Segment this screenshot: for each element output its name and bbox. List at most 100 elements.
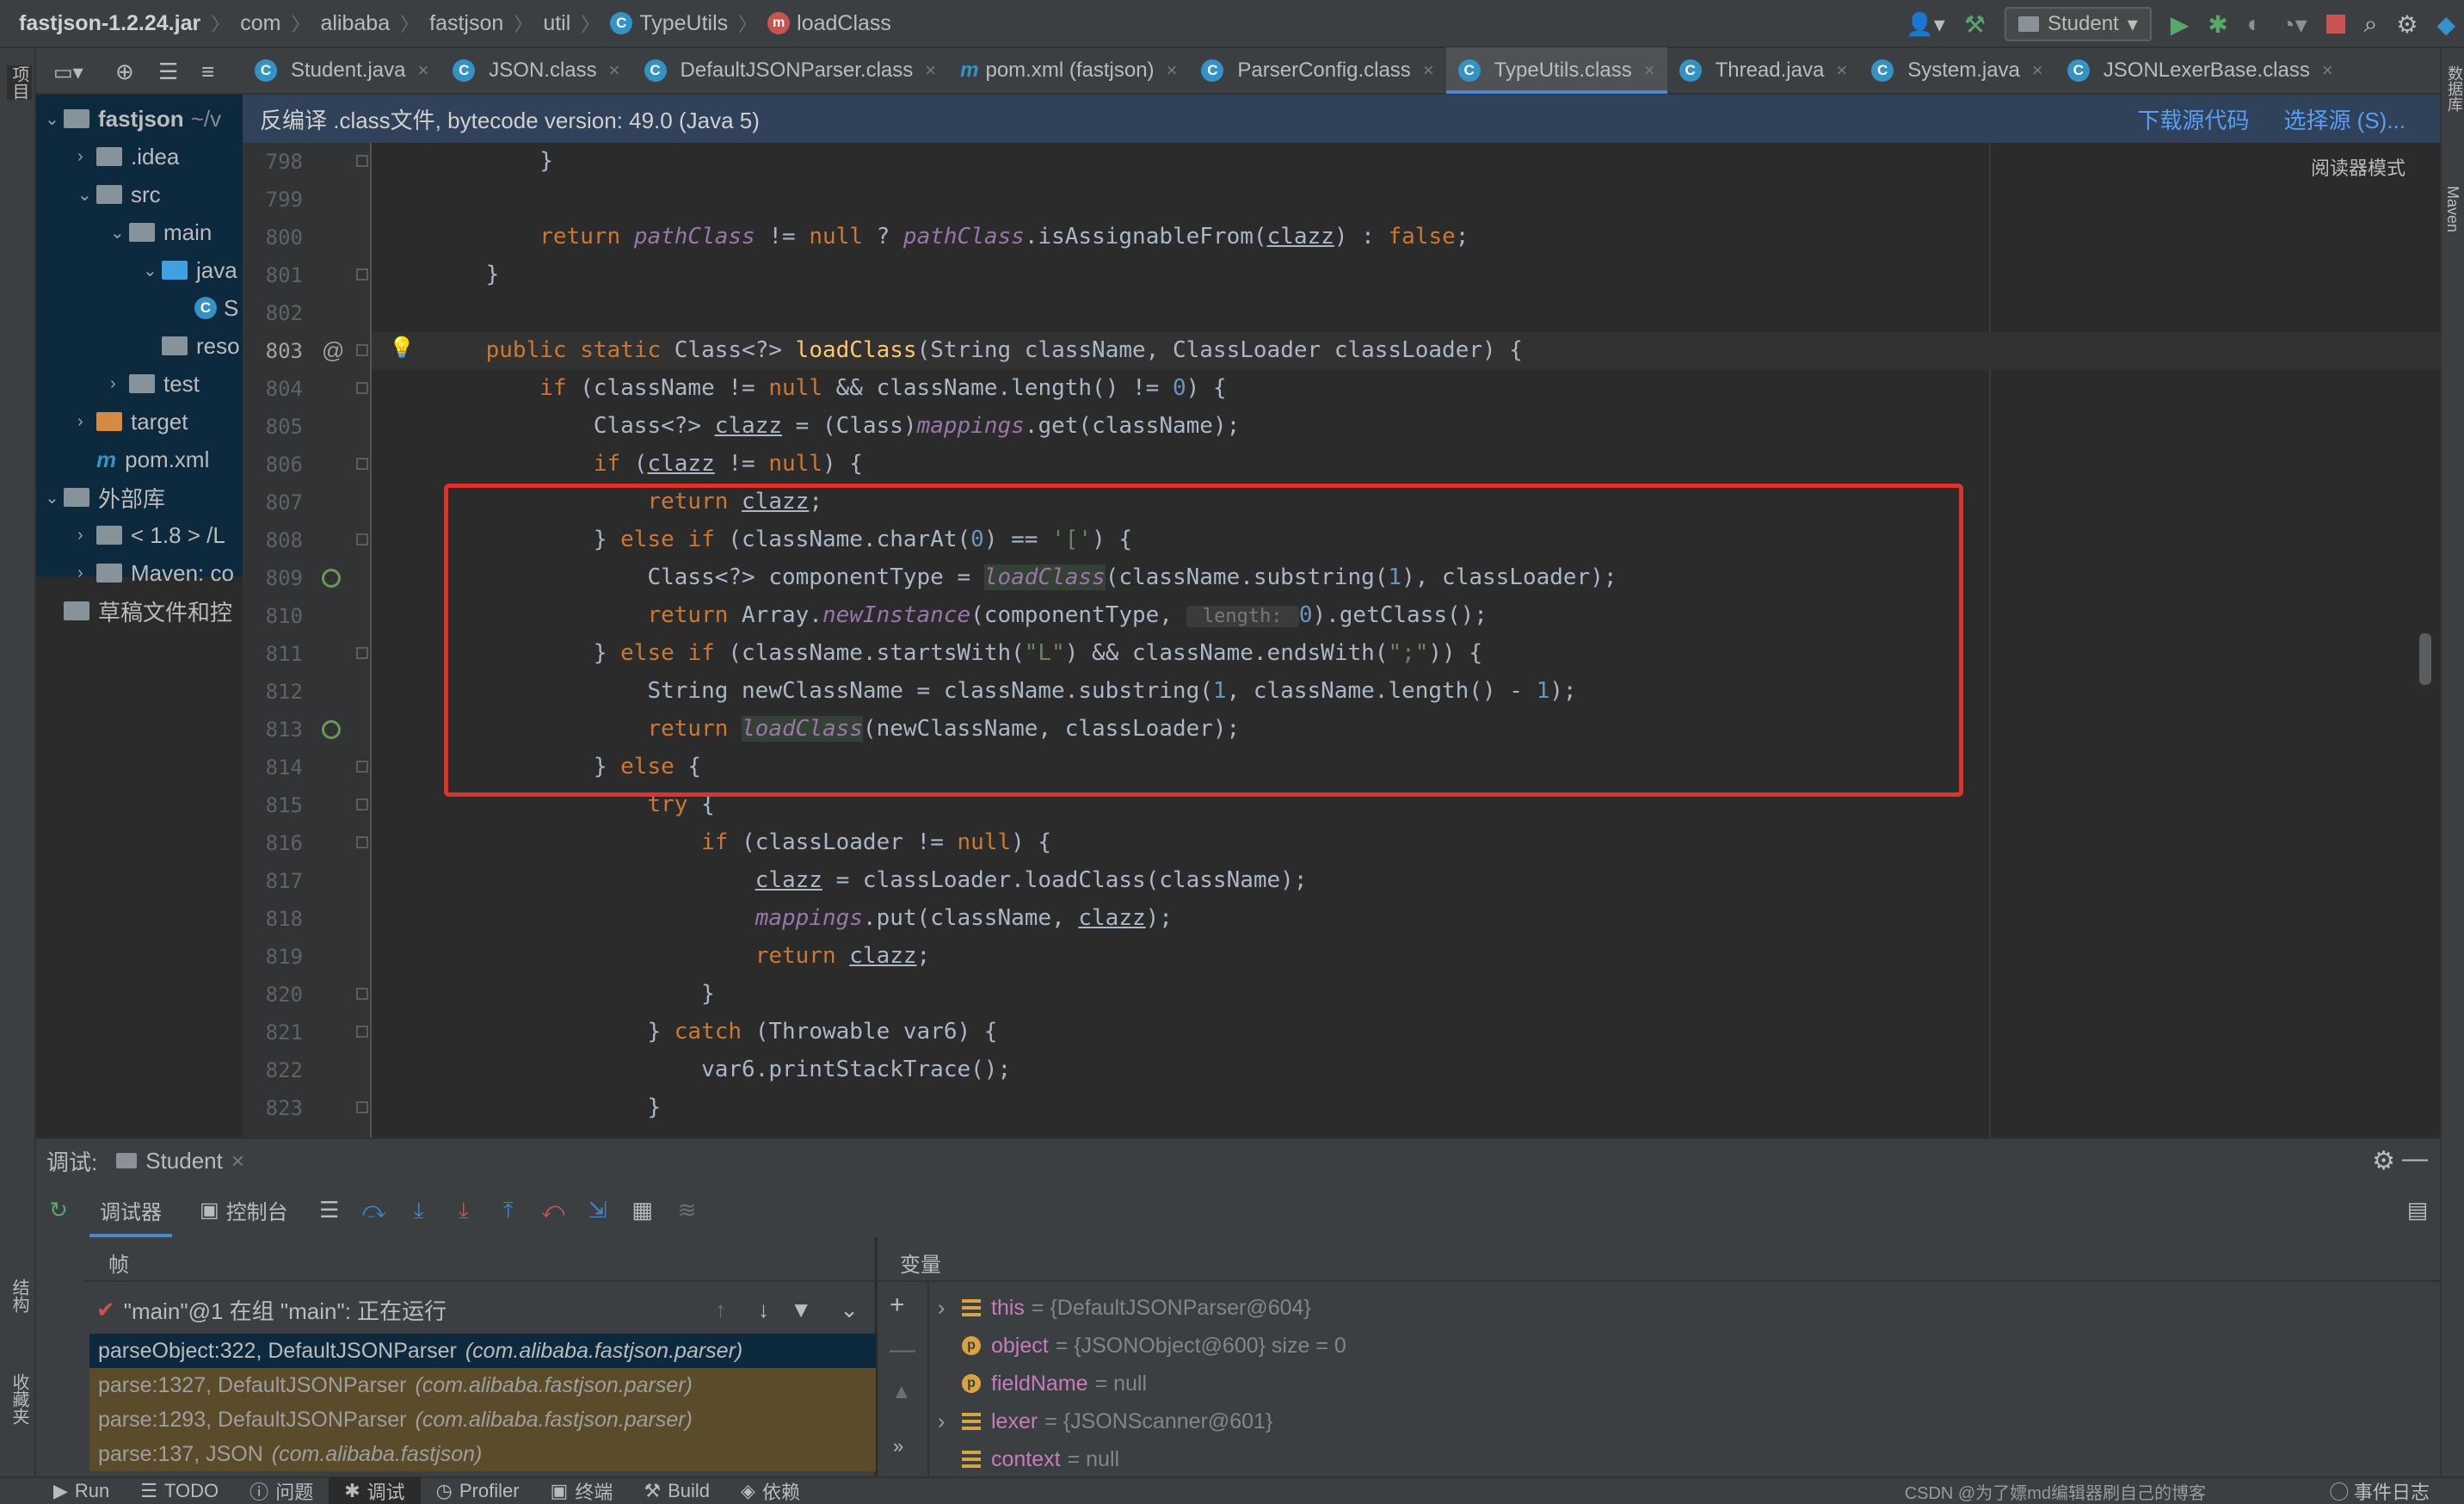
chevron-right-icon[interactable]: › <box>77 147 96 167</box>
fold-marker-icon[interactable] <box>356 798 368 811</box>
thread-selector[interactable]: ✔ "main"@1 在组 "main": 正在运行 ↑ ↓ ▼ ⌄ <box>89 1291 876 1328</box>
line-number[interactable]: 803 <box>243 339 303 363</box>
line-number[interactable]: 814 <box>243 755 303 780</box>
variable-row[interactable]: context = null <box>938 1442 1119 1476</box>
tree-item[interactable]: ⌄ 外部库 <box>45 480 165 515</box>
chevron-down-icon[interactable]: ⌄ <box>45 487 64 509</box>
tab-editor-file[interactable]: C Thread.java × <box>1667 47 1860 94</box>
locate-icon[interactable]: ⊕ <box>115 59 134 85</box>
gear-icon[interactable]: ⚙ <box>2396 10 2418 39</box>
event-log-button[interactable]: ◯ 事件日志 <box>2330 1477 2430 1504</box>
step-out-icon[interactable]: ⤒ <box>496 1198 521 1222</box>
tree-item[interactable]: ⌄ src <box>77 177 161 212</box>
close-icon[interactable]: × <box>1167 59 1178 82</box>
line-number[interactable]: 821 <box>243 1020 303 1045</box>
tree-item[interactable]: ⌄ java <box>143 253 237 287</box>
tree-item[interactable]: › Maven: co <box>77 556 234 590</box>
line-number[interactable]: 798 <box>243 150 303 174</box>
code-line[interactable]: } <box>432 148 553 174</box>
code-line[interactable]: } <box>432 1094 661 1120</box>
fold-marker-icon[interactable] <box>356 1026 368 1038</box>
bottom-tool-build[interactable]: ⚒ Build <box>628 1477 725 1504</box>
tree-item[interactable]: 草稿文件和控 <box>45 594 232 628</box>
close-icon[interactable]: × <box>1644 59 1655 82</box>
code-line[interactable]: return pathClass != null ? pathClass.isA… <box>432 224 1469 250</box>
drop-frame-icon[interactable]: ⤺ <box>541 1198 565 1222</box>
bottom-tool-调试[interactable]: ✱ 调试 <box>329 1477 421 1504</box>
chevron-right-icon[interactable]: › <box>77 564 96 583</box>
chevron-right-icon[interactable]: › <box>938 1296 962 1321</box>
tab-console[interactable]: ▣ 控制台 <box>181 1182 307 1237</box>
code-editor[interactable]: 798 799 800 801 802 803 @804 805 806 807 808 809 810… <box>243 143 2440 1137</box>
code-line[interactable]: var6.printStackTrace(); <box>432 1057 1011 1082</box>
force-step-into-icon[interactable]: ⤓ <box>452 1198 476 1222</box>
tab-editor-file[interactable]: C System.java × <box>1859 47 2055 94</box>
close-icon[interactable]: × <box>417 59 428 82</box>
evaluate-icon[interactable]: ▦ <box>631 1198 655 1222</box>
bottom-tool-profiler[interactable]: ◷ Profiler <box>421 1477 535 1504</box>
line-number[interactable]: 806 <box>243 453 303 477</box>
code-line[interactable]: } <box>432 981 715 1007</box>
recursion-icon[interactable] <box>322 720 341 739</box>
layout-icon[interactable]: ▤ <box>2405 1198 2430 1222</box>
code-line[interactable]: mappings.put(className, clazz); <box>432 905 1173 931</box>
tab-debugger[interactable]: 调试器 <box>81 1182 181 1237</box>
threads-icon[interactable]: ☰ <box>317 1198 342 1222</box>
line-number[interactable]: 804 <box>243 377 303 401</box>
stop-icon[interactable] <box>2325 15 2345 34</box>
collapse-all-icon[interactable]: ≡ <box>201 59 214 85</box>
bottom-tool-todo[interactable]: ☰ TODO <box>125 1477 234 1504</box>
rerun-icon[interactable]: ↻ <box>46 1198 71 1222</box>
plugin-icon[interactable]: ◆ <box>2436 10 2455 39</box>
project-tool-button[interactable]: 项目 <box>7 65 32 100</box>
code-line[interactable]: Class<?> clazz = (Class)mappings.get(cla… <box>432 413 1240 439</box>
minimize-icon[interactable]: — <box>2402 1144 2428 1174</box>
bottom-tool-终端[interactable]: ▣ 终端 <box>535 1477 629 1504</box>
gear-icon[interactable]: ⚙ <box>2372 1146 2395 1176</box>
stack-frame[interactable]: parse:1327, DefaultJSONParser (com.alibab… <box>89 1368 876 1402</box>
line-number[interactable]: 807 <box>243 490 303 515</box>
breadcrumb-com[interactable]: com <box>240 11 280 36</box>
profile-icon[interactable]: ◔▾ <box>2281 10 2307 39</box>
breadcrumb-util[interactable]: util <box>543 11 570 36</box>
chevron-down-icon[interactable]: ⌄ <box>110 222 129 243</box>
line-number[interactable]: 809 <box>243 566 303 590</box>
down-icon[interactable]: ↓ <box>758 1297 769 1323</box>
close-icon[interactable]: × <box>231 1148 244 1174</box>
close-icon[interactable]: × <box>2322 59 2333 82</box>
close-icon[interactable]: × <box>609 59 620 82</box>
expand-all-icon[interactable]: ☰ <box>158 59 178 85</box>
fold-marker-icon[interactable] <box>356 458 368 470</box>
run-icon[interactable]: ▶ <box>2171 10 2190 39</box>
code-line[interactable]: return clazz; <box>432 943 931 969</box>
chevron-down-icon[interactable]: ⌄ <box>45 108 64 130</box>
code-line[interactable]: clazz = classLoader.loadClass(className)… <box>432 867 1308 893</box>
add-watch-icon[interactable]: + <box>890 1291 905 1320</box>
close-icon[interactable]: × <box>2032 59 2043 82</box>
line-number[interactable]: 811 <box>243 642 303 666</box>
run-to-cursor-icon[interactable]: ⇲ <box>586 1198 610 1222</box>
breadcrumb-fastjson[interactable]: fastjson <box>429 11 503 36</box>
tree-item[interactable]: › test <box>110 367 200 401</box>
code-line[interactable]: if (className != null && className.lengt… <box>432 375 1226 401</box>
fold-marker-icon[interactable] <box>356 533 368 546</box>
line-number[interactable]: 812 <box>243 680 303 704</box>
bottom-tool-依赖[interactable]: ◈ 依赖 <box>725 1477 816 1504</box>
code-line[interactable]: public static Class<?> loadClass(String … <box>432 337 1523 363</box>
tab-editor-file[interactable]: m pom.xml (fastjson) × <box>948 47 1189 94</box>
stack-frame[interactable]: parse:1293, DefaultJSONParser (com.alibab… <box>89 1402 876 1437</box>
search-icon[interactable]: ⌕ <box>2364 10 2378 39</box>
debug-icon[interactable]: ✱ <box>2208 10 2227 39</box>
breadcrumb-jar[interactable]: fastjson-1.2.24.jar <box>19 11 200 36</box>
line-number[interactable]: 801 <box>243 263 303 287</box>
fold-marker-icon[interactable] <box>356 155 368 167</box>
line-number[interactable]: 800 <box>243 225 303 250</box>
up-icon[interactable]: ↑ <box>715 1297 726 1323</box>
tree-item[interactable]: ⌄ fastjson ~/v <box>45 102 221 136</box>
trace-icon[interactable]: ≋ <box>675 1198 699 1222</box>
user-icon[interactable]: 👤▾ <box>1906 11 1944 38</box>
variable-row[interactable]: p object = {JSONObject@600} size = 0 <box>938 1328 1346 1363</box>
fold-marker-icon[interactable] <box>356 382 368 394</box>
line-number[interactable]: 815 <box>243 793 303 817</box>
more-icon[interactable]: » <box>893 1435 903 1458</box>
